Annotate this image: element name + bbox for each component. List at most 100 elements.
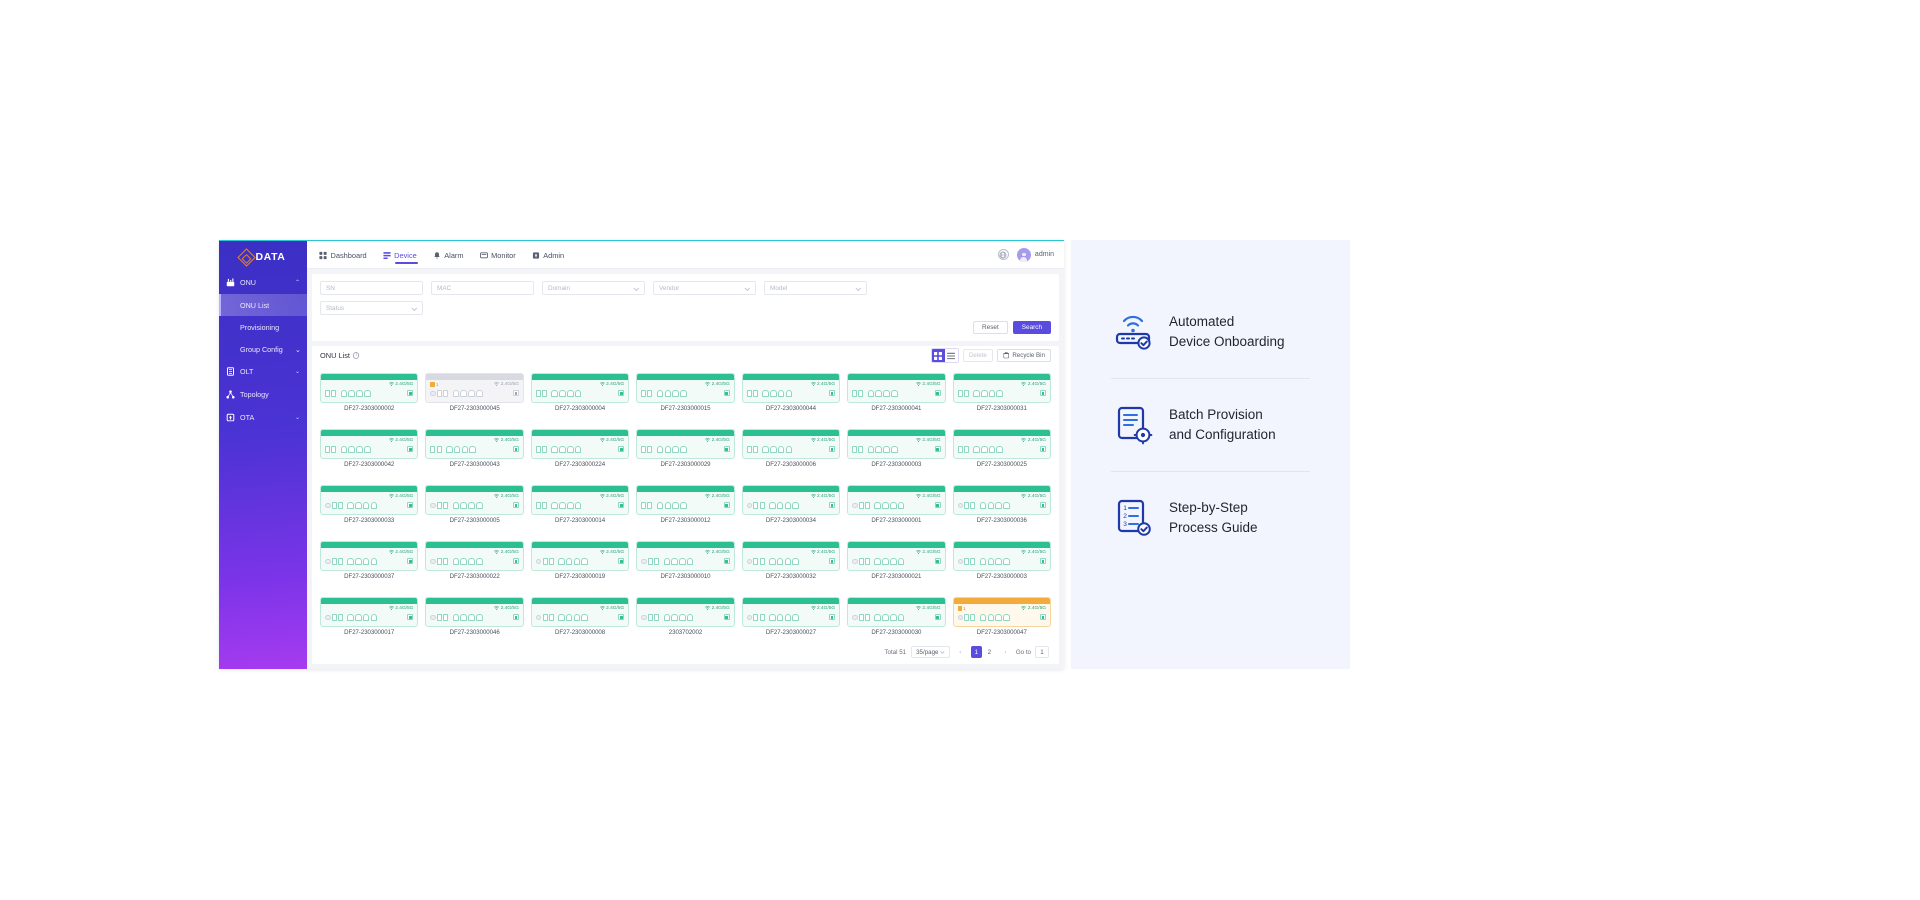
device-card[interactable]: 2.4G/5G DF27-2303000030 bbox=[847, 589, 946, 644]
device-card[interactable]: 2.4G/5G DF27-2303000005 bbox=[425, 477, 524, 532]
device-card[interactable]: 2.4G/5G DF27-2303000006 bbox=[741, 421, 841, 476]
device-body[interactable]: 2.4G/5G bbox=[530, 541, 630, 571]
sidebar-item-topology[interactable]: Topology bbox=[219, 383, 307, 406]
device-card[interactable]: 1 2.4G/5G DF27-2303000047 bbox=[952, 589, 1051, 644]
goto-page-input[interactable]: 1 bbox=[1035, 646, 1049, 658]
tab-admin[interactable]: Admin bbox=[532, 241, 564, 269]
next-page-button[interactable]: › bbox=[1000, 646, 1011, 658]
page-number-2[interactable]: 2 bbox=[984, 646, 995, 658]
device-card[interactable]: 2.4G/5G DF27-2303000032 bbox=[741, 533, 841, 588]
device-card[interactable]: 2.4G/5G DF27-2303000014 bbox=[530, 477, 630, 532]
device-body[interactable]: 2.4G/5G bbox=[952, 541, 1051, 571]
device-card[interactable]: 2.4G/5G DF27-2303000002 bbox=[320, 365, 419, 420]
user-menu[interactable]: admin bbox=[1016, 247, 1054, 262]
device-body[interactable]: 2.4G/5G bbox=[320, 373, 419, 403]
device-card[interactable]: 2.4G/5G DF27-2303000021 bbox=[847, 533, 946, 588]
sidebar-subitem-provisioning[interactable]: Provisioning bbox=[219, 316, 307, 338]
device-body[interactable]: 2.4G/5G bbox=[425, 541, 524, 571]
device-body[interactable]: 2.4G/5G bbox=[636, 597, 735, 627]
device-body[interactable]: 2.4G/5G bbox=[741, 597, 841, 627]
device-body[interactable]: 2.4G/5G bbox=[320, 485, 419, 515]
tab-alarm[interactable]: Alarm bbox=[433, 241, 464, 269]
device-body[interactable]: 2.4G/5G bbox=[530, 597, 630, 627]
device-body[interactable]: 2.4G/5G bbox=[530, 429, 630, 459]
device-body[interactable]: 2.4G/5G bbox=[952, 485, 1051, 515]
device-card[interactable]: 2.4G/5G DF27-2303000044 bbox=[741, 365, 841, 420]
device-body[interactable]: 2.4G/5G bbox=[847, 541, 946, 571]
device-card[interactable]: 2.4G/5G DF27-2303000037 bbox=[320, 533, 419, 588]
device-card[interactable]: 2.4G/5G DF27-2303000043 bbox=[425, 421, 524, 476]
delete-button[interactable]: Delete bbox=[962, 349, 993, 362]
device-card[interactable]: 2.4G/5G DF27-2303000029 bbox=[636, 421, 735, 476]
device-body[interactable]: 2.4G/5G bbox=[636, 541, 735, 571]
device-body[interactable]: 1 2.4G/5G bbox=[425, 373, 524, 403]
sidebar-item-olt[interactable]: OLT ⌄ bbox=[219, 360, 307, 383]
device-card[interactable]: 2.4G/5G DF27-2303000019 bbox=[530, 533, 630, 588]
status-select[interactable]: Status bbox=[320, 301, 423, 315]
tab-device[interactable]: Device bbox=[383, 241, 418, 269]
device-card[interactable]: 2.4G/5G DF27-2303000003 bbox=[847, 421, 946, 476]
device-body[interactable]: 2.4G/5G bbox=[952, 373, 1051, 403]
device-body[interactable]: 2.4G/5G bbox=[425, 597, 524, 627]
device-card[interactable]: 2.4G/5G DF27-2303000034 bbox=[741, 477, 841, 532]
device-card[interactable]: 2.4G/5G DF27-2303000008 bbox=[530, 589, 630, 644]
model-select[interactable]: Model bbox=[764, 281, 867, 295]
page-number-1[interactable]: 1 bbox=[970, 646, 982, 658]
device-card[interactable]: 2.4G/5G DF27-2303000027 bbox=[741, 589, 841, 644]
prev-page-button[interactable]: ‹ bbox=[955, 646, 966, 658]
info-circle-icon[interactable]: i bbox=[352, 352, 360, 359]
device-body[interactable]: 2.4G/5G bbox=[847, 429, 946, 459]
domain-select[interactable]: Domain bbox=[542, 281, 645, 295]
vendor-select[interactable]: Vendor bbox=[653, 281, 756, 295]
device-card[interactable]: 1 2.4G/5G DF27-2303000045 bbox=[425, 365, 524, 420]
device-card[interactable]: 2.4G/5G 2303702002 bbox=[636, 589, 735, 644]
device-body[interactable]: 2.4G/5G bbox=[425, 485, 524, 515]
device-card[interactable]: 2.4G/5G DF27-2303000031 bbox=[952, 365, 1051, 420]
device-card[interactable]: 2.4G/5G DF27-2303000046 bbox=[425, 589, 524, 644]
mac-input[interactable]: MAC bbox=[431, 281, 534, 295]
device-body[interactable]: 2.4G/5G bbox=[741, 485, 841, 515]
sidebar-item-ota[interactable]: OTA ⌄ bbox=[219, 406, 307, 429]
device-body[interactable]: 2.4G/5G bbox=[636, 373, 735, 403]
device-body[interactable]: 2.4G/5G bbox=[741, 373, 841, 403]
search-button[interactable]: Search bbox=[1012, 321, 1051, 334]
page-size-select[interactable]: 35/page bbox=[911, 646, 950, 658]
recycle-bin-button[interactable]: Recycle Bin bbox=[996, 349, 1051, 362]
globe-icon[interactable] bbox=[997, 249, 1009, 260]
device-card[interactable]: 2.4G/5G DF27-2303000042 bbox=[320, 421, 419, 476]
device-card[interactable]: 2.4G/5G DF27-2303000036 bbox=[952, 477, 1051, 532]
device-card[interactable]: 2.4G/5G DF27-2303000224 bbox=[530, 421, 630, 476]
device-body[interactable]: 2.4G/5G bbox=[320, 429, 419, 459]
tab-monitor[interactable]: Monitor bbox=[479, 241, 516, 269]
device-body[interactable]: 2.4G/5G bbox=[425, 429, 524, 459]
list-view-icon[interactable] bbox=[944, 349, 958, 362]
device-card[interactable]: 2.4G/5G DF27-2303000001 bbox=[847, 477, 946, 532]
device-card[interactable]: 2.4G/5G DF27-2303000012 bbox=[636, 477, 735, 532]
device-body[interactable]: 2.4G/5G bbox=[530, 373, 630, 403]
device-card[interactable]: 2.4G/5G DF27-2303000003 bbox=[952, 533, 1051, 588]
device-body[interactable]: 2.4G/5G bbox=[530, 485, 630, 515]
device-card[interactable]: 2.4G/5G DF27-2303000010 bbox=[636, 533, 735, 588]
device-body[interactable]: 2.4G/5G bbox=[847, 485, 946, 515]
reset-button[interactable]: Reset bbox=[973, 321, 1008, 334]
sidebar-subitem-onu-list[interactable]: ONU List bbox=[219, 294, 307, 316]
device-body[interactable]: 2.4G/5G bbox=[847, 597, 946, 627]
sidebar-item-onu[interactable]: ONU ⌃ bbox=[219, 271, 307, 294]
device-card[interactable]: 2.4G/5G DF27-2303000033 bbox=[320, 477, 419, 532]
device-card[interactable]: 2.4G/5G DF27-2303000041 bbox=[847, 365, 946, 420]
grid-view-icon[interactable] bbox=[931, 349, 945, 362]
device-card[interactable]: 2.4G/5G DF27-2303000017 bbox=[320, 589, 419, 644]
device-card[interactable]: 2.4G/5G DF27-2303000025 bbox=[952, 421, 1051, 476]
device-body[interactable]: 1 2.4G/5G bbox=[952, 597, 1051, 627]
device-card[interactable]: 2.4G/5G DF27-2303000004 bbox=[530, 365, 630, 420]
device-body[interactable]: 2.4G/5G bbox=[320, 541, 419, 571]
device-body[interactable]: 2.4G/5G bbox=[847, 373, 946, 403]
sn-input[interactable]: SN bbox=[320, 281, 423, 295]
device-card[interactable]: 2.4G/5G DF27-2303000022 bbox=[425, 533, 524, 588]
app-logo[interactable]: DATA bbox=[219, 243, 307, 271]
device-body[interactable]: 2.4G/5G bbox=[636, 429, 735, 459]
device-body[interactable]: 2.4G/5G bbox=[636, 485, 735, 515]
tab-dashboard[interactable]: Dashboard bbox=[319, 241, 367, 269]
sidebar-subitem-group-config[interactable]: Group Config ⌄ bbox=[219, 338, 307, 360]
device-card[interactable]: 2.4G/5G DF27-2303000015 bbox=[636, 365, 735, 420]
